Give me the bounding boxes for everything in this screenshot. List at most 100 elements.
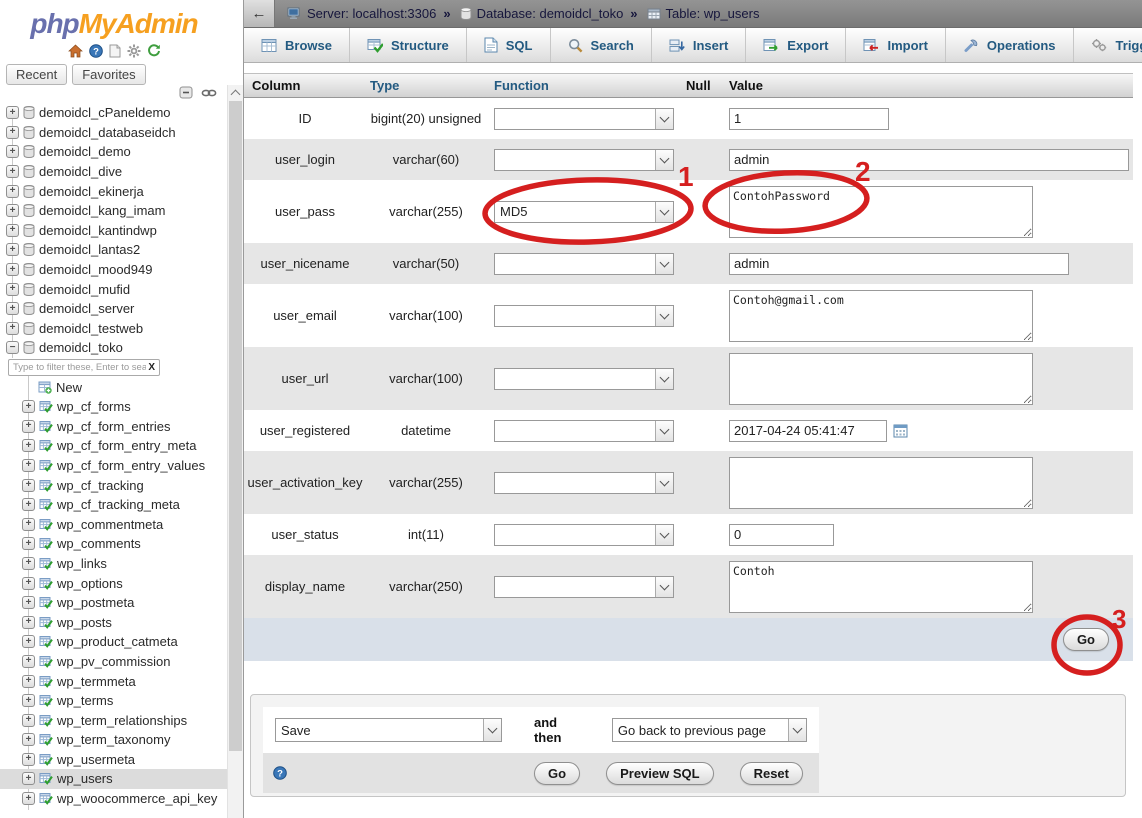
expand-icon[interactable]: + — [6, 263, 19, 276]
expand-icon[interactable]: + — [22, 792, 35, 805]
expand-icon[interactable]: + — [6, 283, 19, 296]
value-textarea[interactable] — [729, 186, 1033, 238]
sidebar-item-wp_cf_tracking[interactable]: +wp_cf_tracking — [0, 475, 227, 495]
after-insert-select[interactable]: Go back to previous page — [612, 718, 807, 742]
value-input[interactable] — [729, 420, 887, 442]
go-submit-button[interactable]: Go — [534, 762, 580, 785]
tab-operations[interactable]: Operations — [946, 28, 1074, 62]
scrollbar-up-arrow-icon[interactable] — [228, 85, 243, 100]
sidebar-item-wp_posts[interactable]: +wp_posts — [0, 612, 227, 632]
expand-icon[interactable]: + — [22, 518, 35, 531]
sidebar-item-wp_comments[interactable]: +wp_comments — [0, 534, 227, 554]
value-input[interactable] — [729, 253, 1069, 275]
collapse-all-icon[interactable] — [179, 86, 194, 99]
preview-sql-button[interactable]: Preview SQL — [606, 762, 713, 785]
sidebar-item-demoidcl_dive[interactable]: +demoidcl_dive — [0, 162, 227, 182]
sidebar-item-wp_cf_forms[interactable]: +wp_cf_forms — [0, 397, 227, 417]
sidebar-item-demoidcl_mood949[interactable]: +demoidcl_mood949 — [0, 260, 227, 280]
expand-icon[interactable]: + — [22, 753, 35, 766]
sidebar-item-wp_termmeta[interactable]: +wp_termmeta — [0, 671, 227, 691]
value-textarea[interactable] — [729, 353, 1033, 405]
reset-button[interactable]: Reset — [740, 762, 803, 785]
expand-icon[interactable]: + — [22, 420, 35, 433]
expand-icon[interactable]: + — [22, 596, 35, 609]
back-button[interactable]: ← — [244, 0, 275, 27]
value-textarea[interactable] — [729, 561, 1033, 613]
expand-icon[interactable]: + — [22, 400, 35, 413]
sidebar-item-demoidcl_ekinerja[interactable]: +demoidcl_ekinerja — [0, 181, 227, 201]
function-select[interactable] — [494, 524, 674, 546]
function-select[interactable] — [494, 576, 674, 598]
help-icon[interactable]: ? — [273, 766, 287, 780]
expand-icon[interactable]: + — [6, 185, 19, 198]
function-select[interactable] — [494, 305, 674, 327]
sidebar-item-demoidcl_mufid[interactable]: +demoidcl_mufid — [0, 279, 227, 299]
sidebar-item-demoidcl_testweb[interactable]: +demoidcl_testweb — [0, 319, 227, 339]
expand-icon[interactable]: + — [6, 126, 19, 139]
expand-icon[interactable]: + — [22, 616, 35, 629]
expand-icon[interactable]: + — [22, 479, 35, 492]
sidebar-item-wp_cf_form_entries[interactable]: +wp_cf_form_entries — [0, 417, 227, 437]
header-type[interactable]: Type — [366, 78, 486, 93]
sidebar-item-demoidcl_kantindwp[interactable]: +demoidcl_kantindwp — [0, 221, 227, 241]
sidebar-item-wp_commentmeta[interactable]: +wp_commentmeta — [0, 514, 227, 534]
expand-icon[interactable]: + — [22, 733, 35, 746]
expand-icon[interactable]: + — [22, 459, 35, 472]
refresh-icon[interactable] — [147, 44, 161, 58]
expand-icon[interactable]: + — [22, 694, 35, 707]
value-textarea[interactable] — [729, 457, 1033, 509]
expand-icon[interactable]: + — [6, 224, 19, 237]
sidebar-item-demoidcl_server[interactable]: +demoidcl_server — [0, 299, 227, 319]
expand-icon[interactable]: + — [6, 322, 19, 335]
expand-icon[interactable]: + — [22, 498, 35, 511]
sidebar-item-wp_terms[interactable]: +wp_terms — [0, 691, 227, 711]
value-input[interactable] — [729, 108, 889, 130]
sidebar-item-wp_term_taxonomy[interactable]: +wp_term_taxonomy — [0, 730, 227, 750]
tab-export[interactable]: Export — [746, 28, 846, 62]
tab-structure[interactable]: Structure — [350, 28, 467, 62]
sidebar-item-wp_usermeta[interactable]: +wp_usermeta — [0, 750, 227, 770]
sidebar-item-wp_postmeta[interactable]: +wp_postmeta — [0, 593, 227, 613]
calendar-icon[interactable] — [893, 423, 908, 438]
expand-icon[interactable]: + — [22, 537, 35, 550]
breadcrumb-server[interactable]: Server: localhost:3306 — [307, 6, 436, 21]
sidebar-item-wp_cf_form_entry_meta[interactable]: +wp_cf_form_entry_meta — [0, 436, 227, 456]
tab-search[interactable]: Search — [551, 28, 652, 62]
breadcrumb-table[interactable]: Table: wp_users — [666, 6, 760, 21]
sidebar-item-wp_cf_tracking_meta[interactable]: +wp_cf_tracking_meta — [0, 495, 227, 515]
sidebar-item-wp_links[interactable]: +wp_links — [0, 554, 227, 574]
function-select[interactable] — [494, 253, 674, 275]
sidebar-item-demoidcl_databaseidch[interactable]: +demoidcl_databaseidch — [0, 123, 227, 143]
function-select[interactable] — [494, 472, 674, 494]
expand-icon[interactable]: + — [6, 145, 19, 158]
link-panel-icon[interactable] — [201, 88, 217, 98]
recent-tab[interactable]: Recent — [6, 64, 67, 85]
settings-icon[interactable] — [127, 44, 141, 58]
sidebar-item-wp_woocommerce_api_key[interactable]: +wp_woocommerce_api_key — [0, 789, 227, 809]
sidebar-item-demoidcl_lantas2[interactable]: +demoidcl_lantas2 — [0, 240, 227, 260]
sidebar-item-new-table[interactable]: New — [0, 377, 227, 397]
expand-icon[interactable]: + — [6, 243, 19, 256]
expand-icon[interactable]: + — [22, 635, 35, 648]
function-select[interactable]: MD5 — [494, 201, 674, 223]
expand-icon[interactable]: + — [6, 106, 19, 119]
help-icon[interactable]: ? — [89, 44, 103, 58]
function-select[interactable] — [494, 420, 674, 442]
go-button[interactable]: Go — [1063, 628, 1109, 651]
header-function[interactable]: Function — [486, 78, 686, 93]
phpmyadmin-logo[interactable]: phpMyAdmin — [0, 8, 228, 40]
expand-icon[interactable]: + — [6, 165, 19, 178]
value-textarea[interactable] — [729, 290, 1033, 342]
expand-icon[interactable]: + — [22, 772, 35, 785]
expand-icon[interactable]: + — [6, 204, 19, 217]
favorites-tab[interactable]: Favorites — [72, 64, 145, 85]
tab-import[interactable]: Import — [846, 28, 945, 62]
expand-icon[interactable]: + — [22, 675, 35, 688]
sidebar-item-demoidcl_toko[interactable]: −demoidcl_toko — [0, 338, 227, 358]
sidebar-item-wp_pv_commission[interactable]: +wp_pv_commission — [0, 652, 227, 672]
expand-icon[interactable]: + — [6, 302, 19, 315]
sidebar-item-wp_cf_form_entry_values[interactable]: +wp_cf_form_entry_values — [0, 456, 227, 476]
function-select[interactable] — [494, 368, 674, 390]
sidebar-item-wp_options[interactable]: +wp_options — [0, 573, 227, 593]
tab-browse[interactable]: Browse — [244, 28, 350, 62]
